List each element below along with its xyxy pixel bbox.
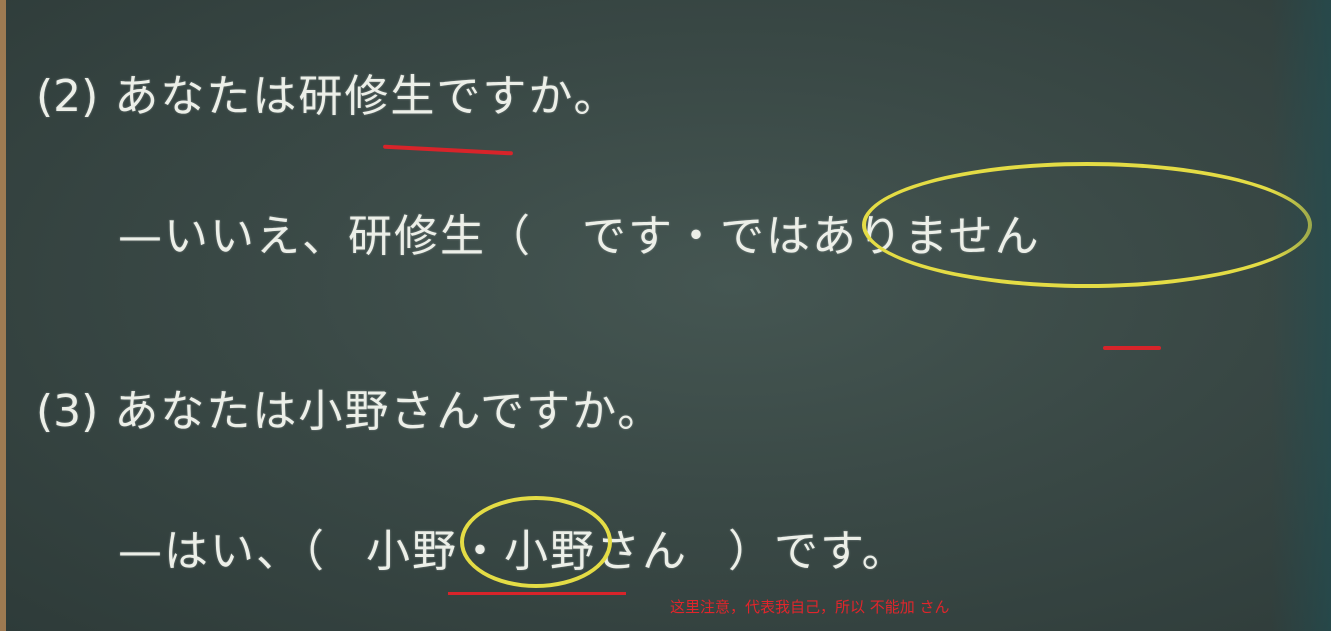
question-3-line: (3) あなたは小野さんですか。 (36, 375, 663, 439)
red-underline-mark (382, 144, 514, 156)
answer-2-prefix: —いいえ、研修生（ (118, 211, 532, 262)
answer-3-option-ono: 小野 (366, 526, 458, 577)
highlight-circle-dewaarimasen (862, 162, 1312, 288)
question-3-number: (3) (36, 386, 99, 437)
question-2-text: あなたは研修生ですか。 (114, 71, 620, 122)
answer-2-option-desu: です (582, 211, 674, 262)
annotation-note: 这里注意，代表我自己，所以 不能加 さん (670, 598, 950, 616)
question-2-line: (2) あなたは研修生ですか。 (36, 60, 619, 124)
question-2-number: (2) (36, 71, 99, 122)
highlight-circle-ono (460, 496, 612, 588)
answer-2-separator: ・ (674, 211, 720, 262)
chalkboard: (2) あなたは研修生ですか。 —いいえ、研修生（ です・ではありません (3) … (0, 0, 1331, 631)
red-underline-ono (448, 592, 626, 595)
question-3-text: あなたは小野さんですか。 (114, 386, 664, 437)
answer-3-suffix: ）です。 (728, 526, 908, 577)
red-dash-mark (1103, 346, 1161, 350)
answer-3-prefix: —はい、（ (118, 526, 326, 577)
